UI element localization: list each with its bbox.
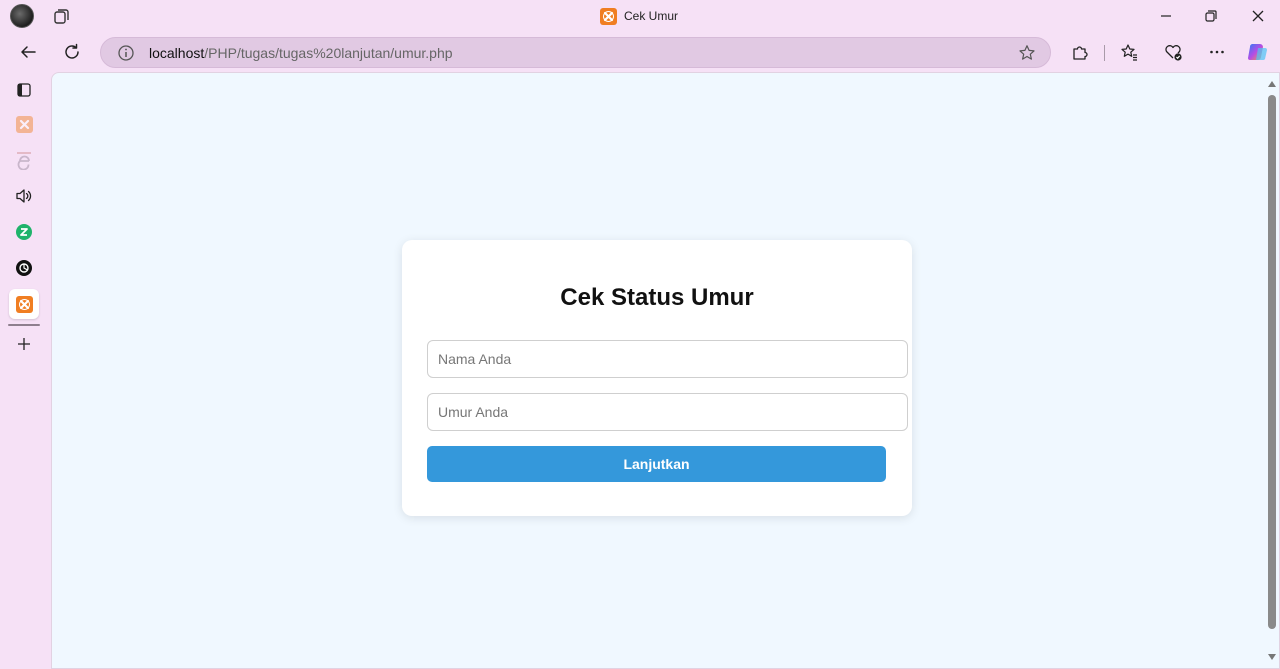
form-card: Cek Status Umur Lanjutkan	[402, 240, 912, 516]
plus-icon	[18, 338, 30, 350]
tab-panel-icon	[17, 83, 31, 97]
tab-title-text: Cek Umur	[624, 9, 679, 23]
refresh-icon	[65, 43, 79, 59]
puzzle-icon	[1073, 46, 1088, 60]
url-host: localhost	[149, 45, 205, 61]
xampp-tab[interactable]	[10, 110, 38, 138]
xampp-icon	[15, 295, 33, 313]
nama-input[interactable]	[427, 340, 908, 378]
minimize-button[interactable]	[1152, 4, 1180, 28]
workspaces-icon[interactable]	[52, 6, 72, 26]
vertical-sidebar	[0, 72, 50, 669]
url-path: /PHP/tugas/tugas%20lanjutan/umur.php	[204, 45, 453, 61]
z-icon	[16, 224, 32, 240]
umur-input[interactable]	[427, 393, 908, 431]
xampp-icon	[15, 115, 33, 133]
browser-window: Cek Umur localhost/PHP/tugas/tugas%20lan…	[0, 0, 1280, 669]
speaker-icon	[16, 189, 32, 203]
sidebar-divider	[8, 324, 40, 326]
vertical-tabs-toggle[interactable]	[10, 76, 38, 104]
active-tab-title: Cek Umur	[600, 7, 678, 25]
address-bar[interactable]: localhost/PHP/tugas/tugas%20lanjutan/umu…	[100, 37, 1051, 68]
lanjutkan-button[interactable]: Lanjutkan	[427, 446, 886, 482]
audio-tab[interactable]	[10, 182, 38, 210]
openai-tab[interactable]	[10, 254, 38, 282]
e-tab[interactable]	[10, 146, 38, 174]
profile-avatar[interactable]	[10, 4, 34, 28]
extensions-button[interactable]	[1066, 38, 1094, 66]
back-arrow-icon	[21, 46, 36, 58]
copilot-button[interactable]	[1244, 38, 1272, 66]
xampp-active-tab[interactable]	[9, 289, 39, 319]
page-viewport: Cek Status Umur Lanjutkan	[51, 72, 1280, 669]
scroll-thumb[interactable]	[1268, 95, 1276, 629]
scroll-up-icon[interactable]	[1268, 81, 1276, 87]
new-tab[interactable]	[10, 330, 38, 358]
star-icon[interactable]	[1018, 44, 1036, 62]
restore-button[interactable]	[1197, 4, 1225, 28]
close-button[interactable]	[1244, 4, 1272, 28]
openai-icon	[16, 260, 32, 276]
xampp-icon	[600, 7, 617, 25]
vertical-scrollbar[interactable]	[1265, 73, 1279, 668]
more-button[interactable]	[1203, 38, 1231, 66]
more-icon	[1210, 50, 1224, 54]
favorites-button[interactable]	[1115, 38, 1143, 66]
info-icon[interactable]	[117, 44, 135, 62]
e-icon	[17, 152, 31, 170]
browser-toolbar: localhost/PHP/tugas/tugas%20lanjutan/umu…	[0, 32, 1280, 72]
refresh-button[interactable]	[58, 38, 86, 66]
back-button[interactable]	[14, 38, 42, 66]
heart-pulse-icon	[1165, 45, 1182, 61]
url-text[interactable]: localhost/PHP/tugas/tugas%20lanjutan/umu…	[149, 45, 453, 61]
toolbar-divider	[1104, 45, 1105, 61]
copilot-icon	[1248, 44, 1267, 61]
page-title: Cek Status Umur	[560, 284, 754, 311]
zeta-tab[interactable]	[10, 218, 38, 246]
browser-essentials-button[interactable]	[1159, 38, 1187, 66]
scroll-down-icon[interactable]	[1268, 654, 1276, 660]
title-bar: Cek Umur	[0, 0, 1280, 32]
favorites-icon	[1121, 44, 1137, 61]
